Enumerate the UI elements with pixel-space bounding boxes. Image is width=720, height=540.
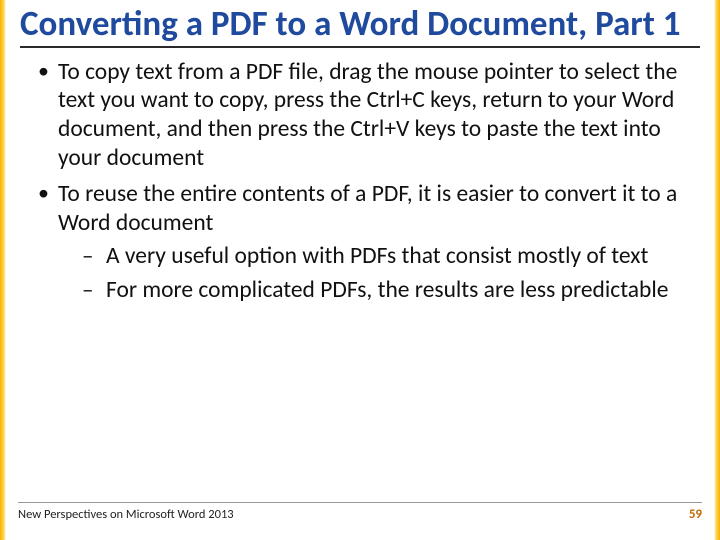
sub-text: A very useful option with PDFs that cons… [106,242,648,270]
sub-text: For more complicated PDFs, the results a… [106,276,669,304]
bullet-text: To reuse the entire contents of a PDF, i… [58,180,677,237]
slide-content: Converting a PDF to a Word Document, Par… [6,0,714,540]
footer: New Perspectives on Microsoft Word 2013 … [18,502,702,522]
bullet-text: To copy text from a PDF file, drag the m… [58,58,677,172]
footer-rule [18,502,702,503]
sub-list: A very useful option with PDFs that cons… [58,242,696,305]
footer-row: New Perspectives on Microsoft Word 2013 … [18,507,702,522]
accent-bar-right [714,0,720,540]
bullet-item: To copy text from a PDF file, drag the m… [36,58,696,173]
footer-source: New Perspectives on Microsoft Word 2013 [18,507,234,522]
body-area: To copy text from a PDF file, drag the m… [20,58,700,305]
sub-item: For more complicated PDFs, the results a… [78,276,696,305]
title-block: Converting a PDF to a Word Document, Par… [20,6,700,48]
bullet-list: To copy text from a PDF file, drag the m… [36,58,696,305]
bullet-item: To reuse the entire contents of a PDF, i… [36,180,696,305]
slide-title: Converting a PDF to a Word Document, Par… [20,6,700,44]
sub-item: A very useful option with PDFs that cons… [78,242,696,271]
page-number: 59 [689,507,702,522]
